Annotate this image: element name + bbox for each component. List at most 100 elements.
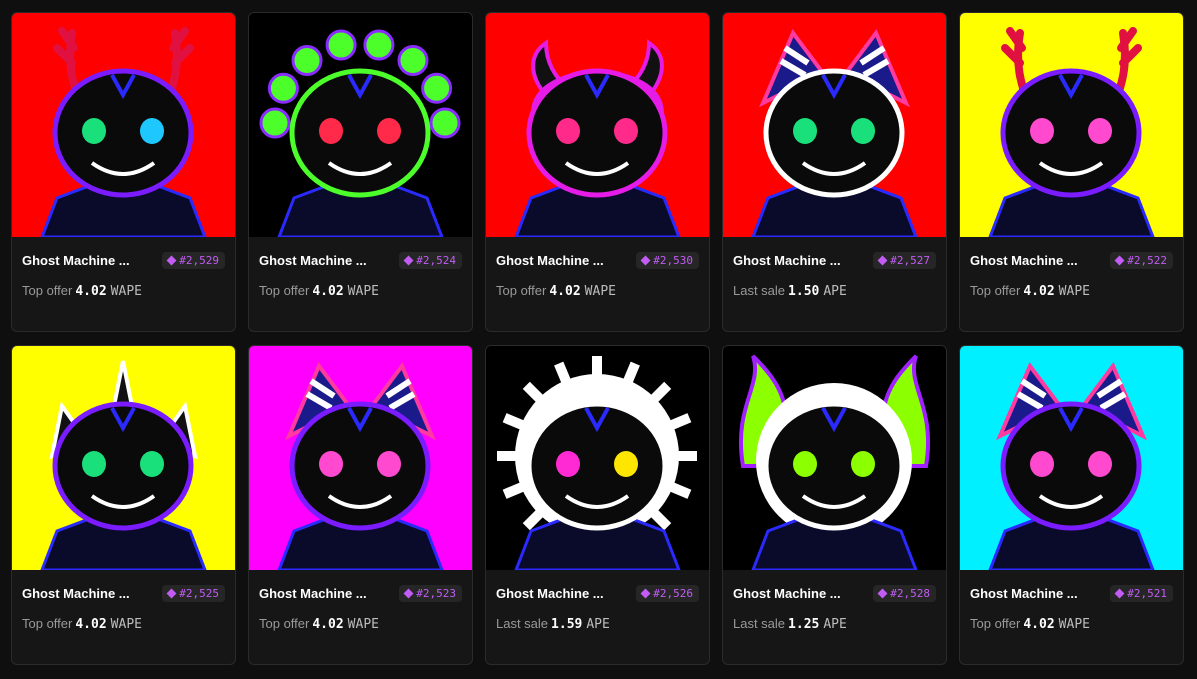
- price-row: Top offer 4.02 WAPE: [12, 283, 235, 299]
- nft-grid: Ghost Machine ... #2,529 Top offer 4.02 WA…: [11, 12, 1184, 665]
- price-currency: WAPE: [1058, 617, 1090, 632]
- nft-name[interactable]: Ghost Machine ...: [22, 253, 130, 268]
- price-currency: APE: [823, 617, 847, 632]
- card-header-row: Ghost Machine ... #2,524: [249, 250, 472, 270]
- nft-image[interactable]: [12, 346, 235, 570]
- nft-image[interactable]: [723, 13, 946, 237]
- nft-image[interactable]: [12, 13, 235, 237]
- price-label: Top offer: [970, 616, 1021, 631]
- token-id-badge: #2,526: [636, 584, 699, 602]
- card-header-row: Ghost Machine ... #2,522: [960, 250, 1183, 270]
- price-row: Top offer 4.02 WAPE: [960, 616, 1183, 632]
- price-row: Top offer 4.02 WAPE: [960, 283, 1183, 299]
- nft-card[interactable]: Ghost Machine ... #2,529 Top offer 4.02 WA…: [11, 12, 236, 332]
- price-row: Top offer 4.02 WAPE: [12, 616, 235, 632]
- price-value: 1.59: [551, 617, 583, 632]
- token-id-badge: #2,528: [873, 584, 936, 602]
- price-currency: WAPE: [584, 284, 616, 299]
- price-currency: APE: [586, 617, 610, 632]
- price-value: 4.02: [1023, 617, 1055, 632]
- price-value: 1.25: [788, 617, 820, 632]
- diamond-icon: [166, 255, 177, 265]
- nft-image[interactable]: [486, 13, 709, 237]
- nft-name[interactable]: Ghost Machine ...: [970, 253, 1078, 268]
- diamond-icon: [166, 588, 177, 598]
- price-currency: WAPE: [1058, 284, 1090, 299]
- price-value: 4.02: [1023, 284, 1055, 299]
- price-row: Top offer 4.02 WAPE: [486, 283, 709, 299]
- nft-card[interactable]: Ghost Machine ... #2,522 Top offer 4.02 WA…: [959, 12, 1184, 332]
- nft-name[interactable]: Ghost Machine ...: [733, 586, 841, 601]
- price-value: 4.02: [75, 617, 107, 632]
- price-label: Top offer: [259, 616, 310, 631]
- nft-card[interactable]: Ghost Machine ... #2,530 Top offer 4.02 WA…: [485, 12, 710, 332]
- token-id-badge: #2,523: [399, 584, 462, 602]
- card-header-row: Ghost Machine ... #2,526: [486, 583, 709, 603]
- price-label: Top offer: [22, 616, 73, 631]
- card-header-row: Ghost Machine ... #2,530: [486, 250, 709, 270]
- price-label: Top offer: [259, 283, 310, 298]
- token-id-badge: #2,527: [873, 251, 936, 269]
- token-id-badge: #2,521: [1110, 584, 1173, 602]
- token-id-badge: #2,524: [399, 251, 462, 269]
- nft-card[interactable]: Ghost Machine ... #2,528 Last sale 1.25 AP…: [722, 345, 947, 665]
- nft-name[interactable]: Ghost Machine ...: [496, 253, 604, 268]
- token-id-badge: #2,530: [636, 251, 699, 269]
- nft-card[interactable]: Ghost Machine ... #2,521 Top offer 4.02 WA…: [959, 345, 1184, 665]
- token-id: #2,527: [890, 253, 930, 267]
- card-header-row: Ghost Machine ... #2,528: [723, 583, 946, 603]
- diamond-icon: [1114, 588, 1125, 598]
- nft-name[interactable]: Ghost Machine ...: [259, 253, 367, 268]
- token-id: #2,524: [416, 253, 456, 267]
- price-label: Top offer: [22, 283, 73, 298]
- price-value: 4.02: [549, 284, 581, 299]
- nft-card[interactable]: Ghost Machine ... #2,525 Top offer 4.02 WA…: [11, 345, 236, 665]
- nft-image[interactable]: [249, 13, 472, 237]
- nft-card[interactable]: Ghost Machine ... #2,523 Top offer 4.02 WA…: [248, 345, 473, 665]
- nft-name[interactable]: Ghost Machine ...: [970, 586, 1078, 601]
- price-row: Last sale 1.25 APE: [723, 616, 946, 632]
- card-header-row: Ghost Machine ... #2,529: [12, 250, 235, 270]
- nft-image[interactable]: [486, 346, 709, 570]
- nft-image[interactable]: [723, 346, 946, 570]
- diamond-icon: [877, 588, 888, 598]
- price-row: Top offer 4.02 WAPE: [249, 616, 472, 632]
- diamond-icon: [640, 588, 651, 598]
- nft-name[interactable]: Ghost Machine ...: [22, 586, 130, 601]
- price-value: 4.02: [75, 284, 107, 299]
- nft-image[interactable]: [249, 346, 472, 570]
- nft-name[interactable]: Ghost Machine ...: [259, 586, 367, 601]
- token-id: #2,525: [179, 586, 219, 600]
- nft-image[interactable]: [960, 13, 1183, 237]
- price-value: 4.02: [312, 617, 344, 632]
- token-id: #2,522: [1127, 253, 1167, 267]
- nft-name[interactable]: Ghost Machine ...: [733, 253, 841, 268]
- diamond-icon: [1114, 255, 1125, 265]
- diamond-icon: [640, 255, 651, 265]
- nft-name[interactable]: Ghost Machine ...: [496, 586, 604, 601]
- price-row: Last sale 1.59 APE: [486, 616, 709, 632]
- card-header-row: Ghost Machine ... #2,521: [960, 583, 1183, 603]
- nft-image[interactable]: [960, 346, 1183, 570]
- nft-card[interactable]: Ghost Machine ... #2,524 Top offer 4.02 WA…: [248, 12, 473, 332]
- price-currency: WAPE: [110, 284, 142, 299]
- token-id-badge: #2,525: [162, 584, 225, 602]
- nft-card[interactable]: Ghost Machine ... #2,526 Last sale 1.59 AP…: [485, 345, 710, 665]
- diamond-icon: [403, 588, 414, 598]
- price-currency: APE: [823, 284, 847, 299]
- price-currency: WAPE: [110, 617, 142, 632]
- token-id: #2,529: [179, 253, 219, 267]
- price-label: Last sale: [733, 616, 786, 631]
- card-header-row: Ghost Machine ... #2,523: [249, 583, 472, 603]
- card-header-row: Ghost Machine ... #2,527: [723, 250, 946, 270]
- token-id: #2,526: [653, 586, 693, 600]
- token-id-badge: #2,529: [162, 251, 225, 269]
- price-currency: WAPE: [347, 617, 379, 632]
- token-id: #2,530: [653, 253, 693, 267]
- price-label: Last sale: [733, 283, 786, 298]
- price-row: Last sale 1.50 APE: [723, 283, 946, 299]
- nft-card[interactable]: Ghost Machine ... #2,527 Last sale 1.50 AP…: [722, 12, 947, 332]
- token-id: #2,523: [416, 586, 456, 600]
- price-currency: WAPE: [347, 284, 379, 299]
- token-id: #2,521: [1127, 586, 1167, 600]
